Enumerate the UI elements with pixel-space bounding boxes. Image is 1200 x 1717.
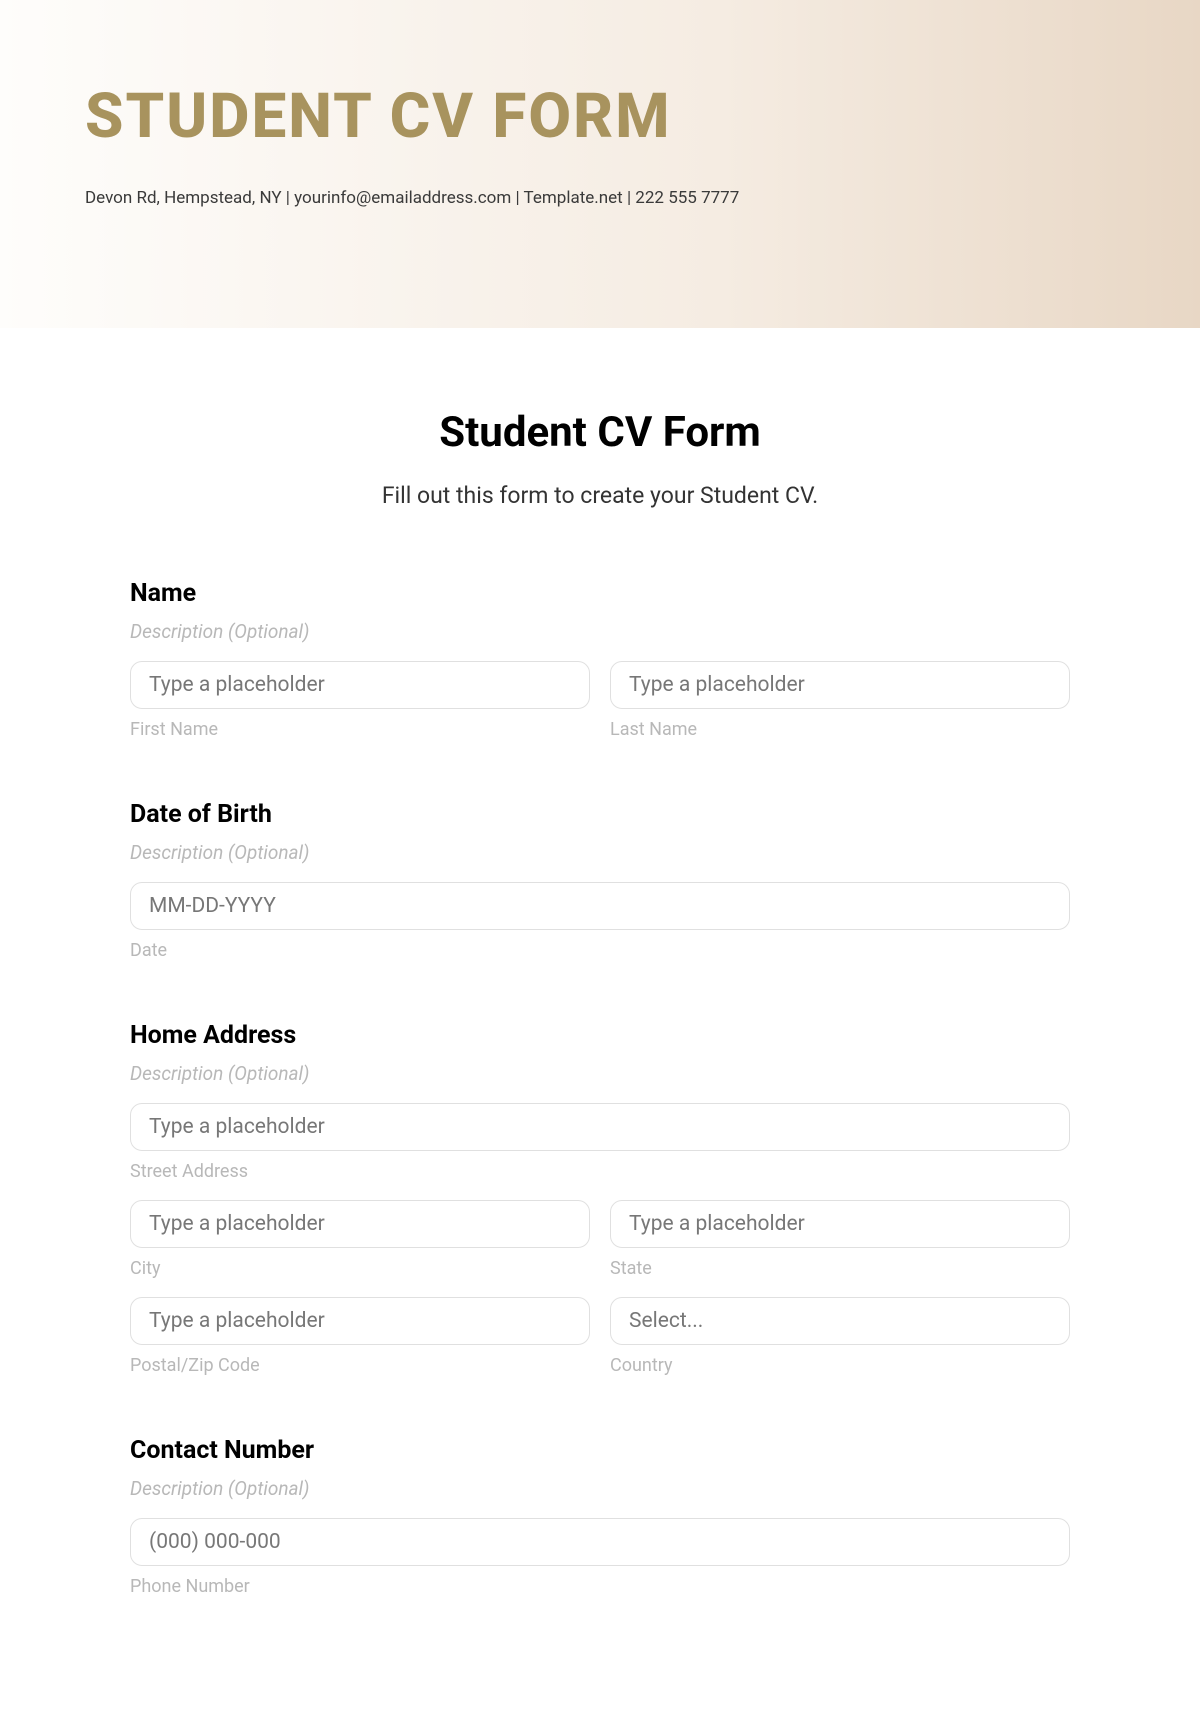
- postal-sublabel: Postal/Zip Code: [130, 1355, 590, 1376]
- section-label-dob: Date of Birth: [130, 800, 1070, 829]
- street-input[interactable]: [130, 1103, 1070, 1151]
- page-title: STUDENT CV FORM: [85, 80, 1115, 153]
- section-desc-contact: Description (Optional): [130, 1477, 1070, 1500]
- form-heading: Student CV Form: [130, 408, 1070, 457]
- section-name: Name Description (Optional) First Name L…: [130, 579, 1070, 740]
- section-dob: Date of Birth Description (Optional) Dat…: [130, 800, 1070, 961]
- country-select[interactable]: [610, 1297, 1070, 1345]
- city-input[interactable]: [130, 1200, 590, 1248]
- section-desc-dob: Description (Optional): [130, 841, 1070, 864]
- section-desc-address: Description (Optional): [130, 1062, 1070, 1085]
- section-label-address: Home Address: [130, 1021, 1070, 1050]
- form-container: Student CV Form Fill out this form to cr…: [0, 328, 1200, 1717]
- section-label-contact: Contact Number: [130, 1436, 1070, 1465]
- section-desc-name: Description (Optional): [130, 620, 1070, 643]
- street-sublabel: Street Address: [130, 1161, 1070, 1182]
- dob-sublabel: Date: [130, 940, 1070, 961]
- phone-input[interactable]: [130, 1518, 1070, 1566]
- country-sublabel: Country: [610, 1355, 1070, 1376]
- header-contact-line: Devon Rd, Hempstead, NY | yourinfo@email…: [85, 188, 1115, 208]
- form-subtitle: Fill out this form to create your Studen…: [130, 482, 1070, 509]
- last-name-sublabel: Last Name: [610, 719, 1070, 740]
- state-sublabel: State: [610, 1258, 1070, 1279]
- city-sublabel: City: [130, 1258, 590, 1279]
- postal-input[interactable]: [130, 1297, 590, 1345]
- section-label-name: Name: [130, 579, 1070, 608]
- state-input[interactable]: [610, 1200, 1070, 1248]
- first-name-input[interactable]: [130, 661, 590, 709]
- last-name-input[interactable]: [610, 661, 1070, 709]
- section-address: Home Address Description (Optional) Stre…: [130, 1021, 1070, 1376]
- header-banner: STUDENT CV FORM Devon Rd, Hempstead, NY …: [0, 0, 1200, 328]
- section-contact: Contact Number Description (Optional) Ph…: [130, 1436, 1070, 1597]
- phone-sublabel: Phone Number: [130, 1576, 1070, 1597]
- dob-input[interactable]: [130, 882, 1070, 930]
- first-name-sublabel: First Name: [130, 719, 590, 740]
